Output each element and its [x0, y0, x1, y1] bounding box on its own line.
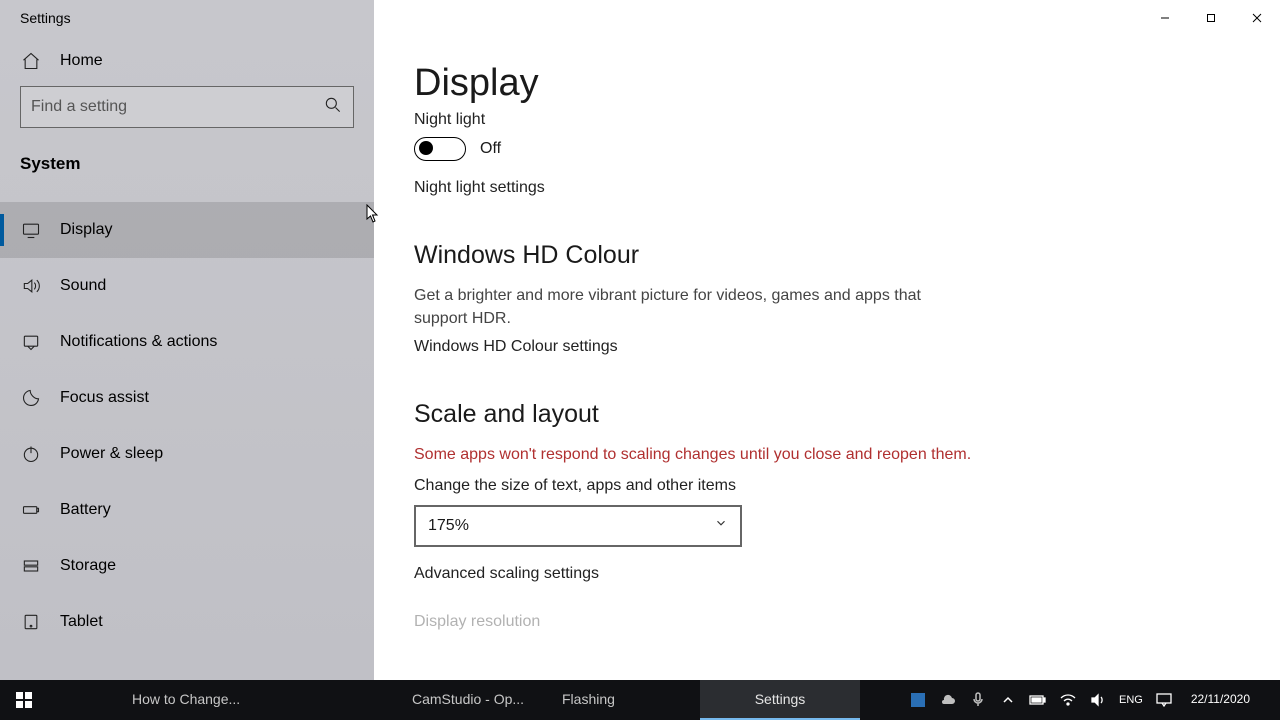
- tray-chevron-up-icon[interactable]: [999, 691, 1017, 709]
- home-icon: [20, 50, 42, 72]
- sidebar-item-label: Storage: [60, 557, 116, 575]
- sidebar-item-display[interactable]: Display: [0, 202, 374, 258]
- scale-size-value: 175%: [428, 517, 469, 535]
- storage-icon: [20, 555, 42, 577]
- sidebar-item-notifications[interactable]: Notifications & actions: [0, 314, 374, 370]
- battery-icon: [20, 499, 42, 521]
- scale-size-label: Change the size of text, apps and other …: [414, 477, 1240, 495]
- sound-icon: [20, 275, 42, 297]
- scale-size-dropdown[interactable]: 175%: [414, 505, 742, 547]
- chevron-down-icon: [714, 516, 728, 535]
- content-area: Display Night light Off Night light sett…: [374, 36, 1280, 680]
- scale-title: Scale and layout: [414, 400, 1240, 429]
- nightlight-settings-link[interactable]: Night light settings: [414, 179, 1240, 197]
- taskbar-tab[interactable]: Flashing: [550, 680, 700, 720]
- minimize-button[interactable]: [1142, 2, 1188, 34]
- taskbar-date: 22/11/2020: [1191, 693, 1250, 706]
- sidebar-home-label: Home: [60, 52, 103, 70]
- tray-power-icon[interactable]: [1029, 691, 1047, 709]
- sidebar-item-label: Display: [60, 221, 112, 239]
- sidebar-item-sound[interactable]: Sound: [0, 258, 374, 314]
- taskbar-clock[interactable]: 22/11/2020: [1185, 693, 1256, 706]
- tray-onedrive-icon[interactable]: [939, 691, 957, 709]
- tablet-icon: [20, 611, 42, 633]
- maximize-button[interactable]: [1188, 2, 1234, 34]
- sidebar-item-label: Power & sleep: [60, 445, 163, 463]
- sidebar-item-power-sleep[interactable]: Power & sleep: [0, 426, 374, 482]
- sidebar-item-label: Tablet: [60, 613, 103, 631]
- hdcolour-desc: Get a brighter and more vibrant picture …: [414, 284, 974, 330]
- tray-volume-icon[interactable]: [1089, 691, 1107, 709]
- nightlight-state: Off: [480, 140, 501, 158]
- focus-assist-icon: [20, 387, 42, 409]
- sidebar: Home System Display Sound: [0, 36, 374, 680]
- window-controls: [1142, 2, 1280, 34]
- tray-wifi-icon[interactable]: [1059, 691, 1077, 709]
- sidebar-item-label: Sound: [60, 277, 106, 295]
- search-input[interactable]: [20, 86, 354, 128]
- nightlight-toggle[interactable]: [414, 137, 466, 161]
- display-resolution-label: Display resolution: [414, 613, 1240, 631]
- sidebar-item-label: Battery: [60, 501, 111, 519]
- sidebar-item-battery[interactable]: Battery: [0, 482, 374, 538]
- tray-action-center-icon[interactable]: [1155, 691, 1173, 709]
- advanced-scaling-link[interactable]: Advanced scaling settings: [414, 565, 1240, 583]
- page-title: Display: [414, 62, 1240, 105]
- nightlight-label: Night light: [414, 111, 1240, 129]
- hdcolour-title: Windows HD Colour: [414, 241, 1240, 270]
- sidebar-item-label: Notifications & actions: [60, 333, 217, 351]
- power-icon: [20, 443, 42, 465]
- hdcolour-settings-link[interactable]: Windows HD Colour settings: [414, 338, 1240, 356]
- taskbar-tab[interactable]: CamStudio - Op...: [400, 680, 550, 720]
- tray-app-icon[interactable]: [909, 691, 927, 709]
- close-button[interactable]: [1234, 2, 1280, 34]
- sidebar-section-title: System: [0, 136, 374, 184]
- sidebar-item-storage[interactable]: Storage: [0, 538, 374, 594]
- notifications-icon: [20, 331, 42, 353]
- sidebar-home[interactable]: Home: [0, 36, 374, 86]
- sidebar-item-tablet[interactable]: Tablet: [0, 594, 374, 650]
- tray-mic-icon[interactable]: [969, 691, 987, 709]
- taskbar-tab[interactable]: How to Change...: [120, 680, 310, 720]
- search-icon: [323, 95, 343, 120]
- taskbar-tab-active[interactable]: Settings: [700, 680, 860, 720]
- tray-language-icon[interactable]: ENG: [1119, 691, 1143, 709]
- display-icon: [20, 219, 42, 241]
- scale-warning: Some apps won't respond to scaling chang…: [414, 443, 974, 466]
- start-button[interactable]: [0, 680, 48, 720]
- taskbar: How to Change... CamStudio - Op... Flash…: [0, 680, 1280, 720]
- sidebar-item-label: Focus assist: [60, 389, 149, 407]
- search-field[interactable]: [31, 98, 323, 116]
- system-tray: ENG 22/11/2020: [903, 680, 1280, 720]
- titlebar: Settings: [0, 0, 1280, 36]
- window-title: Settings: [20, 10, 71, 26]
- sidebar-item-focus-assist[interactable]: Focus assist: [0, 370, 374, 426]
